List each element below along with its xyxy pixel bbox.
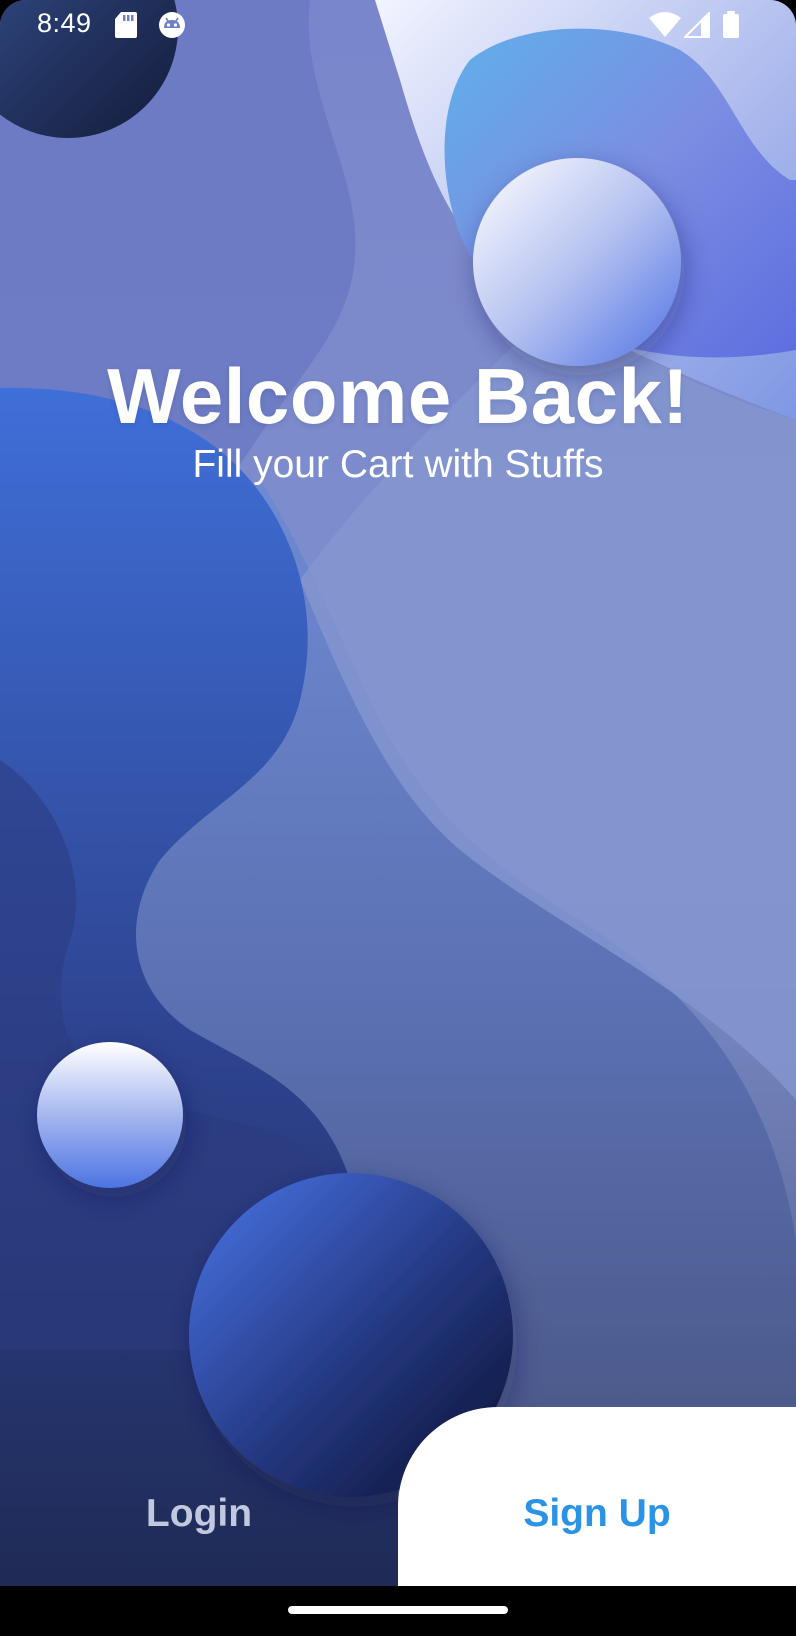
decorative-background — [0, 0, 796, 1586]
white-sphere-top — [473, 158, 681, 366]
signup-button[interactable]: Sign Up — [398, 1407, 796, 1586]
welcome-header: Welcome Back! Fill your Cart with Stuffs — [0, 352, 796, 487]
sd-card-icon — [114, 11, 138, 44]
cellular-signal-icon — [682, 10, 710, 43]
auth-button-bar: Login Sign Up — [0, 1407, 796, 1586]
login-button[interactable]: Login — [0, 1407, 398, 1586]
page-subtitle: Fill your Cart with Stuffs — [192, 442, 604, 486]
small-sphere-left — [37, 1042, 183, 1188]
battery-icon — [722, 11, 740, 44]
home-gesture-handle[interactable] — [288, 1606, 508, 1614]
android-debug-icon — [158, 11, 186, 44]
status-bar: 8:49 — [0, 0, 796, 50]
wifi-icon — [648, 12, 682, 43]
app-screen: 8:49 Welcome Back! Fill your Cart with S… — [0, 0, 796, 1586]
status-time: 8:49 — [37, 8, 92, 38]
page-title: Welcome Back! — [107, 352, 689, 440]
